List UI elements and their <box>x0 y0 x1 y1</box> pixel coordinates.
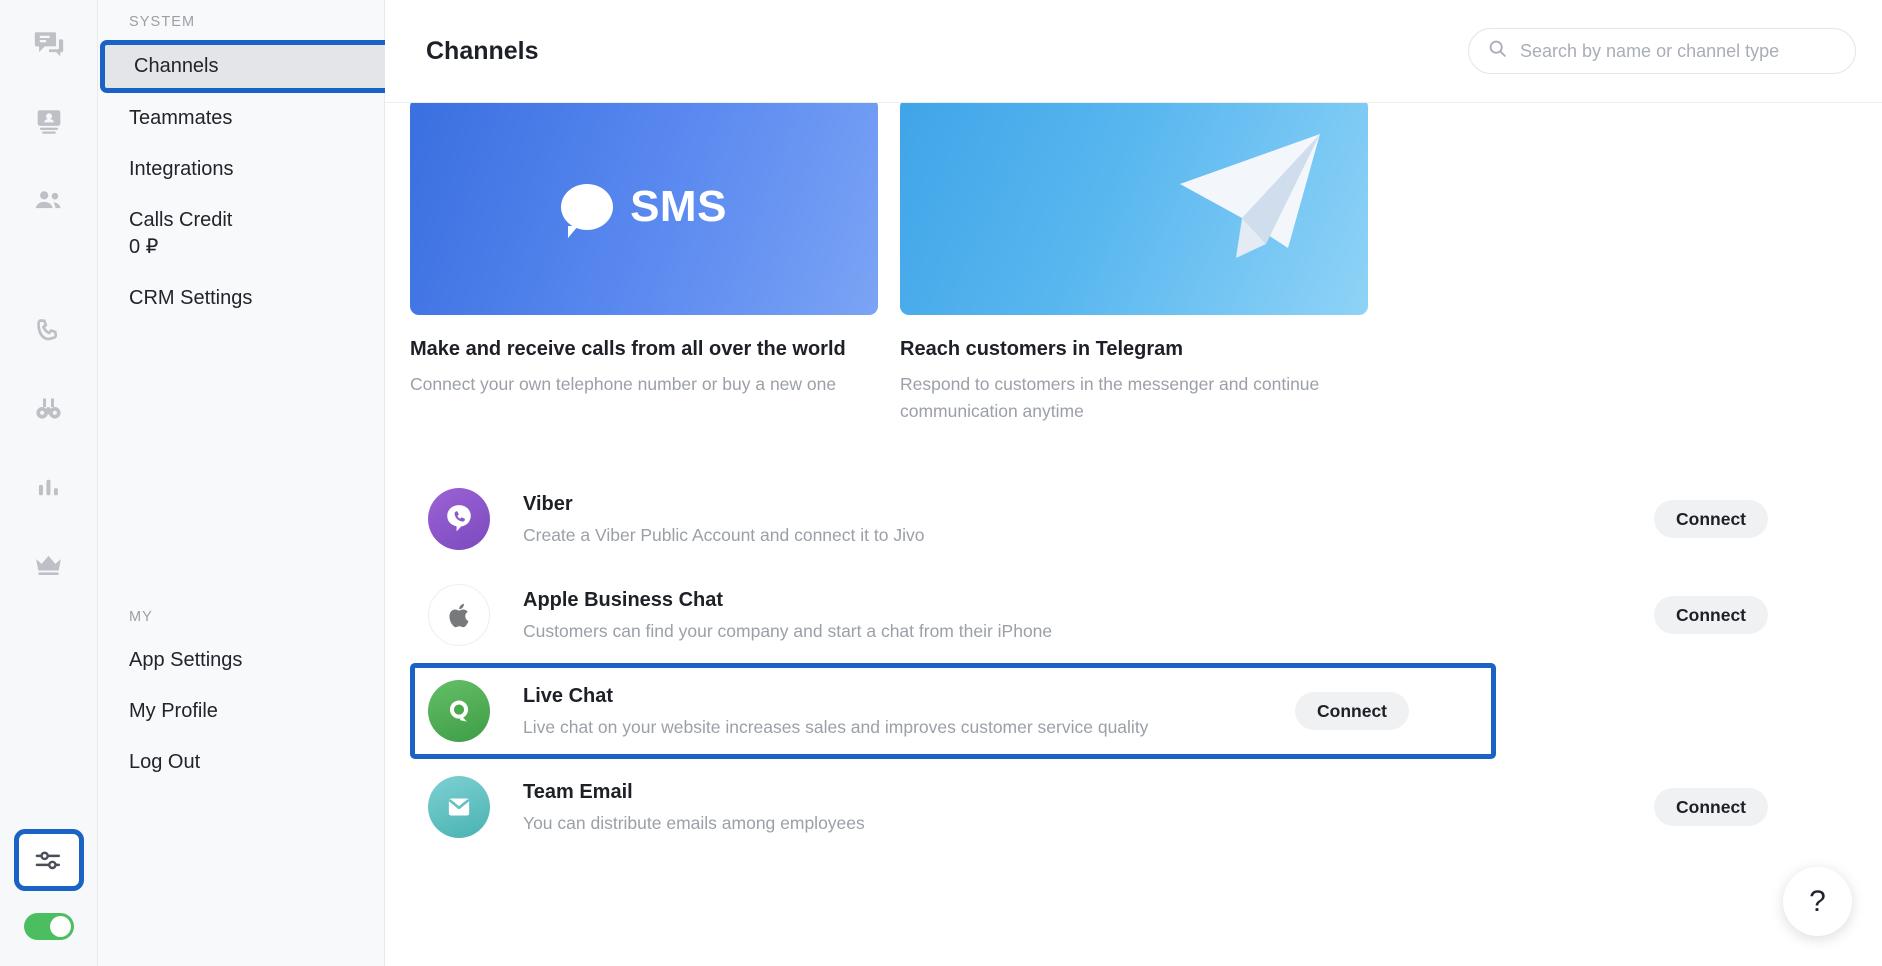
promo-telegram-desc: Respond to customers in the messenger an… <box>900 374 1320 422</box>
chats-icon[interactable] <box>18 14 80 76</box>
sidebar-group-my: MY App Settings My Profile Log Out <box>98 603 384 788</box>
promo-card-sms[interactable]: SMS Make and receive calls from all over… <box>410 98 878 425</box>
sidebar-group-system-label: SYSTEM <box>129 14 196 30</box>
channel-row-team-email-body: Team Email You can distribute emails amo… <box>523 781 1654 834</box>
channel-row-viber-body: Viber Create a Viber Public Account and … <box>523 493 1654 546</box>
calls-credit-balance: 0 ₽ <box>129 236 159 258</box>
page-title: Channels <box>426 36 539 65</box>
sidebar-item-channels-label: Channels <box>134 55 219 77</box>
help-button[interactable]: ? <box>1783 867 1852 936</box>
sidebar-item-app-settings[interactable]: App Settings <box>98 635 384 686</box>
connect-button-viber[interactable]: Connect <box>1654 500 1768 539</box>
online-toggle[interactable] <box>23 913 74 940</box>
channel-row-apple-business-chat[interactable]: Apple Business Chat Customers can find y… <box>410 567 1850 663</box>
settings-sidebar: SYSTEM Channels Teammates Integrations C… <box>98 0 396 966</box>
channel-row-viber[interactable]: Viber Create a Viber Public Account and … <box>410 471 1850 567</box>
contacts-icon[interactable] <box>18 92 80 154</box>
sms-wordmark: SMS <box>630 181 727 231</box>
sidebar-item-log-out[interactable]: Log Out <box>98 737 384 788</box>
search-box[interactable] <box>1468 28 1856 74</box>
sidebar-item-app-settings-label: App Settings <box>129 649 243 671</box>
sidebar-item-crm-settings[interactable]: CRM Settings <box>98 273 384 324</box>
channel-desc-viber: Create a Viber Public Account and connec… <box>523 524 925 545</box>
search-icon <box>1487 38 1508 64</box>
channel-list: Viber Create a Viber Public Account and … <box>410 471 1850 855</box>
sidebar-group-my-label: MY <box>129 609 153 625</box>
sidebar-item-teammates-label: Teammates <box>129 107 233 129</box>
crown-icon[interactable] <box>18 534 80 596</box>
sliders-icon[interactable] <box>13 829 84 891</box>
rail-bottom-group <box>13 829 84 966</box>
connect-button-team-email[interactable]: Connect <box>1654 788 1768 827</box>
promo-card-telegram[interactable]: Reach customers in Telegram Respond to c… <box>900 98 1368 425</box>
teammates-icon[interactable] <box>18 170 80 232</box>
sidebar-item-crm-settings-label: CRM Settings <box>129 287 253 309</box>
live-chat-icon <box>428 680 490 743</box>
promo-sms-banner: SMS <box>410 98 878 315</box>
sidebar-item-log-out-label: Log Out <box>129 751 201 773</box>
search-input[interactable] <box>1520 40 1837 62</box>
app-root: SYSTEM Channels Teammates Integrations C… <box>0 0 1882 966</box>
connect-button-apple-business-chat[interactable]: Connect <box>1654 596 1768 635</box>
channel-row-team-email[interactable]: Team Email You can distribute emails amo… <box>410 759 1850 855</box>
channel-row-live-chat-body: Live Chat Live chat on your website incr… <box>523 685 1295 738</box>
rail-mid-group <box>18 300 80 612</box>
sidebar-item-calls-credit[interactable]: Calls Credit 0 ₽ <box>98 195 384 273</box>
sms-logo: SMS <box>561 181 727 238</box>
sidebar-item-integrations-label: Integrations <box>129 158 234 180</box>
toggle-knob <box>49 916 71 937</box>
channels-content: SMS Make and receive calls from all over… <box>385 98 1882 966</box>
promo-telegram-banner <box>900 98 1368 315</box>
channel-row-live-chat[interactable]: Live Chat Live chat on your website incr… <box>410 663 1496 760</box>
sidebar-item-channels[interactable]: Channels <box>100 40 396 93</box>
connect-button-live-chat[interactable]: Connect <box>1295 692 1409 731</box>
channel-desc-apple-business-chat: Customers can find your company and star… <box>523 620 1053 641</box>
main-panel: Channels SMS <box>385 0 1882 966</box>
sidebar-item-my-profile-label: My Profile <box>129 700 218 722</box>
viber-icon <box>428 488 490 551</box>
rail-top-group <box>18 0 80 248</box>
sidebar-item-teammates[interactable]: Teammates <box>98 93 384 144</box>
sidebar-item-integrations[interactable]: Integrations <box>98 144 384 195</box>
sidebar-item-calls-credit-label: Calls Credit <box>129 209 233 231</box>
promo-sms-desc: Connect your own telephone number or buy… <box>410 374 837 394</box>
channel-title-apple-business-chat: Apple Business Chat <box>523 588 724 611</box>
question-mark-icon: ? <box>1809 884 1826 918</box>
channel-title-viber: Viber <box>523 492 573 515</box>
binoculars-icon[interactable] <box>18 378 80 440</box>
page-header: Channels <box>385 0 1882 103</box>
sidebar-item-channels-wrap: Channels <box>98 40 396 93</box>
email-icon <box>428 776 490 839</box>
analytics-icon[interactable] <box>18 456 80 518</box>
promo-cards: SMS Make and receive calls from all over… <box>410 98 1882 425</box>
channel-title-team-email: Team Email <box>523 780 633 803</box>
channel-title-live-chat: Live Chat <box>523 684 614 707</box>
channel-row-apple-body: Apple Business Chat Customers can find y… <box>523 589 1654 642</box>
channel-desc-team-email: You can distribute emails among employee… <box>523 812 865 833</box>
primary-icon-rail <box>0 0 98 966</box>
apple-icon <box>428 584 490 647</box>
sidebar-item-my-profile[interactable]: My Profile <box>98 686 384 737</box>
promo-sms-title: Make and receive calls from all over the… <box>410 338 846 360</box>
speech-bubble-icon <box>561 183 614 238</box>
phone-icon[interactable] <box>18 300 80 362</box>
paper-plane-icon <box>1170 126 1330 271</box>
promo-telegram-title: Reach customers in Telegram <box>900 338 1184 360</box>
channel-desc-live-chat: Live chat on your website increases sale… <box>523 716 1149 737</box>
